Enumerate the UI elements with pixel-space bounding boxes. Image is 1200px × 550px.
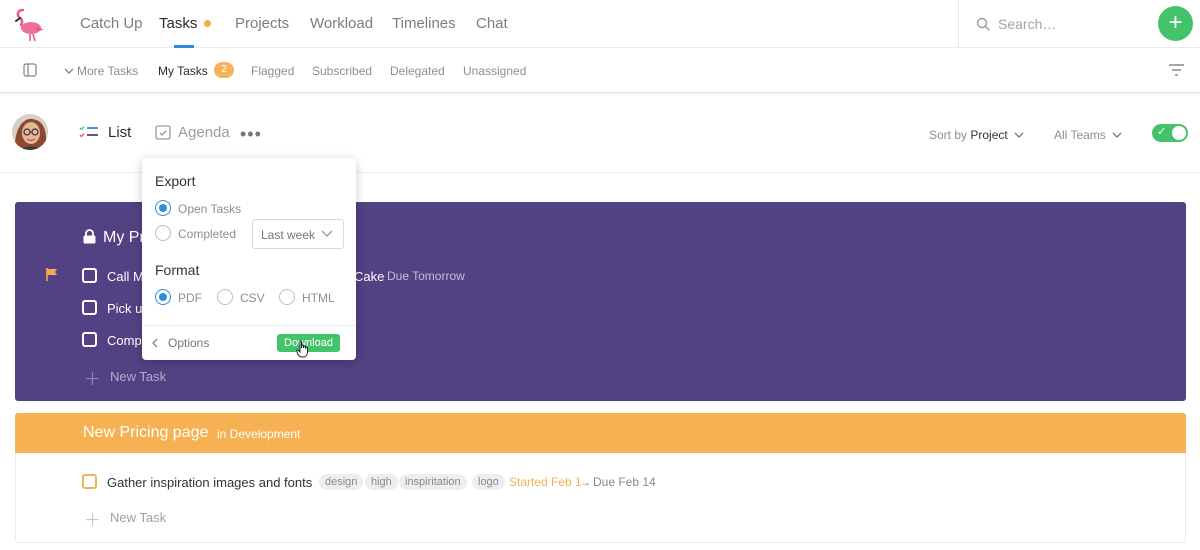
more-tasks-label: More Tasks <box>77 64 139 78</box>
options-button[interactable]: Options <box>168 336 209 350</box>
search-icon <box>976 17 990 31</box>
flag-icon[interactable] <box>46 268 58 281</box>
lock-icon <box>83 229 96 244</box>
chevron-down-icon <box>64 68 74 74</box>
task-filter-bar: More Tasks My Tasks 2 Flagged Subscribed… <box>0 49 1200 93</box>
export-popover: Export Open Tasks Completed Last week Fo… <box>142 158 356 360</box>
new-task-button[interactable]: New Task <box>110 369 166 384</box>
tab-chat[interactable]: Chat <box>476 15 508 32</box>
user-avatar[interactable] <box>12 114 48 150</box>
task-title-tail[interactable]: Cake <box>354 269 384 284</box>
task-title[interactable]: Pick u <box>107 301 142 316</box>
task-checkbox[interactable] <box>82 332 97 347</box>
more-tasks-dropdown[interactable]: More Tasks <box>64 64 138 78</box>
plus-icon[interactable]: ＋ <box>84 506 101 531</box>
date-range-value: Last week <box>261 228 316 242</box>
list-view-tab[interactable]: List <box>108 124 131 141</box>
teams-label: All Teams <box>1054 128 1106 142</box>
check-icon: ✓ <box>1157 126 1167 138</box>
list-view-icon <box>79 126 98 138</box>
csv-label[interactable]: CSV <box>240 291 265 305</box>
add-button[interactable]: + <box>1158 6 1193 41</box>
tasks-notification-dot <box>204 20 211 27</box>
toggle-knob <box>1172 126 1186 140</box>
pdf-radio[interactable] <box>155 289 171 305</box>
task-checkbox[interactable] <box>82 300 97 315</box>
sort-by-dropdown[interactable]: Sort by Project <box>929 128 1024 142</box>
top-navigation: Catch Up Tasks Projects Workload Timelin… <box>0 0 1200 48</box>
divider <box>142 325 356 326</box>
project-title[interactable]: My Pr <box>103 229 145 247</box>
task-tag[interactable]: logo <box>472 474 505 490</box>
task-checkbox[interactable] <box>82 474 97 489</box>
task-due-date: Due Tomorrow <box>387 269 465 283</box>
chevron-down-icon <box>1014 132 1024 138</box>
open-tasks-label[interactable]: Open Tasks <box>178 202 241 216</box>
task-tag[interactable]: high <box>365 474 398 490</box>
task-tag[interactable]: design <box>319 474 364 490</box>
filter-my-tasks[interactable]: My Tasks <box>158 64 208 78</box>
pdf-label[interactable]: PDF <box>178 291 202 305</box>
tab-timelines[interactable]: Timelines <box>392 15 456 32</box>
hand-cursor-icon <box>296 340 308 358</box>
html-radio[interactable] <box>279 289 295 305</box>
html-label[interactable]: HTML <box>302 291 335 305</box>
task-title[interactable]: Compl <box>107 333 145 348</box>
filter-flagged[interactable]: Flagged <box>251 64 294 78</box>
task-due-date: Due Feb 14 <box>593 475 656 489</box>
tab-tasks[interactable]: Tasks <box>159 15 197 32</box>
chevron-left-icon[interactable] <box>152 338 158 348</box>
teams-dropdown[interactable]: All Teams <box>1054 128 1122 142</box>
sidebar-toggle-icon[interactable] <box>23 63 37 77</box>
format-heading: Format <box>155 262 200 278</box>
csv-radio[interactable] <box>217 289 233 305</box>
arrow-right-icon: → <box>579 475 591 489</box>
show-completed-toggle[interactable]: ✓ <box>1152 124 1188 142</box>
plus-icon[interactable]: ＋ <box>84 365 101 390</box>
more-options-button[interactable]: ••• <box>240 124 262 145</box>
filter-unassigned[interactable]: Unassigned <box>463 64 526 78</box>
chevron-down-icon <box>321 230 333 237</box>
task-title[interactable]: Call M <box>107 269 144 284</box>
chevron-down-icon <box>1112 132 1122 138</box>
agenda-view-tab[interactable]: Agenda <box>178 124 230 141</box>
filter-subscribed[interactable]: Subscribed <box>312 64 372 78</box>
task-checkbox[interactable] <box>82 268 97 283</box>
export-heading: Export <box>155 173 196 189</box>
filter-icon[interactable] <box>1169 64 1184 76</box>
completed-radio[interactable] <box>155 225 171 241</box>
project-status: in Development <box>217 427 301 441</box>
open-tasks-radio[interactable] <box>155 200 171 216</box>
task-tag[interactable]: inspiritation <box>399 474 467 490</box>
tab-projects[interactable]: Projects <box>235 15 289 32</box>
search-input[interactable] <box>998 13 1138 35</box>
task-start-date: Started Feb 1 <box>509 475 582 489</box>
active-tab-indicator <box>174 45 194 48</box>
calendar-check-icon <box>155 125 171 140</box>
sort-by-value: Project <box>970 128 1008 142</box>
new-task-button[interactable]: New Task <box>110 510 166 525</box>
nav-divider <box>958 0 959 48</box>
filter-delegated[interactable]: Delegated <box>390 64 445 78</box>
task-title[interactable]: Gather inspiration images and fonts <box>107 475 312 490</box>
tab-workload[interactable]: Workload <box>310 15 373 32</box>
flamingo-logo-icon[interactable] <box>12 6 48 42</box>
my-tasks-count-badge: 2 <box>214 62 234 78</box>
tab-catch-up[interactable]: Catch Up <box>80 15 143 32</box>
project-title[interactable]: New Pricing page <box>83 424 208 442</box>
date-range-select[interactable]: Last week <box>252 219 344 249</box>
completed-label[interactable]: Completed <box>178 227 236 241</box>
sort-by-label: Sort by <box>929 128 968 142</box>
